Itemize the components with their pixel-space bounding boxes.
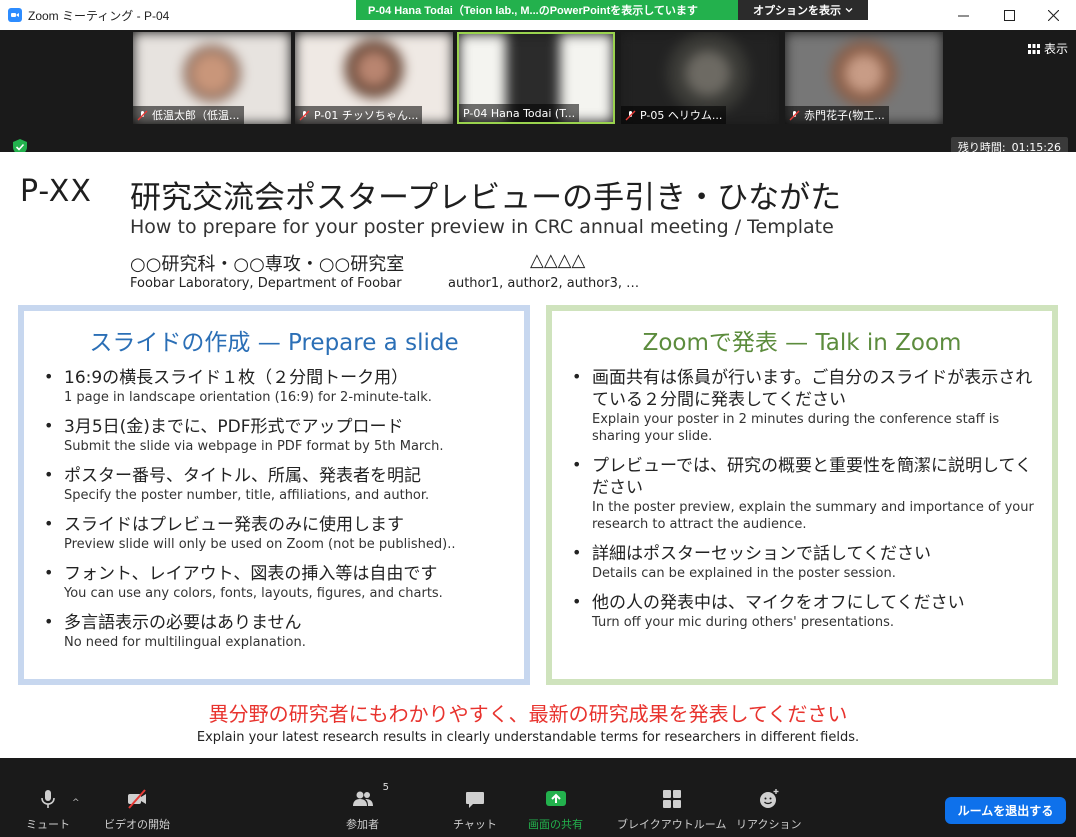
list-item: プレビューでは、研究の概要と重要性を簡潔に説明してくださいIn the post… [566,455,1038,533]
authors-en: author1, author2, author3, … [448,276,640,291]
prepare-slide-heading: スライドの作成 — Prepare a slide [89,330,459,356]
mic-off-icon [789,110,800,120]
share-screen-button[interactable]: 画面の共有 [528,788,583,832]
minimize-icon [957,15,969,16]
participant-tile[interactable]: 赤門花子(物工... [785,32,943,124]
mute-label: ミュート [26,818,70,831]
video-strip: 低温太郎（低温... P-01 チッソちゃん... P-04 Hana Toda… [0,30,1076,157]
participant-tile[interactable]: 低温太郎（低温... [133,32,291,124]
list-item: 他の人の発表中は、マイクをオフにしてくださいTurn off your mic … [566,592,1038,631]
window-title: Zoom ミーティング - P-04 [28,8,170,23]
chat-icon [465,792,484,808]
participant-name: P-05 ヘリウム... [640,109,723,122]
share-screen-label: 画面の共有 [528,818,583,831]
meeting-toolbar: ミュート ^ ビデオの開始 5 参加者 チャット 画面の共有 ブレイクアウトルー… [0,758,1076,837]
list-item: スライドはプレビュー発表のみに使用しますPreview slide will o… [38,514,510,553]
maximize-button[interactable] [986,0,1032,30]
close-icon [1047,9,1059,21]
grid-view-icon [1027,43,1040,54]
list-item: 16:9の横長スライド１枚（２分間トーク用）1 page in landscap… [38,367,510,406]
mic-off-icon [137,110,148,120]
talk-in-zoom-heading: Zoomで発表 — Talk in Zoom [642,330,962,356]
reaction-smiley-icon [759,789,779,808]
participant-name: 赤門花子(物工... [804,109,885,122]
share-screen-icon [545,791,566,806]
list-item: ポスター番号、タイトル、所属、発表者を明記Specify the poster … [38,465,510,504]
microphone-icon [41,790,55,808]
chat-label: チャット [453,818,497,831]
affiliation-en: Foobar Laboratory, Department of Foobar [130,276,402,291]
start-video-label: ビデオの開始 [104,818,170,831]
list-item: フォント、レイアウト、図表の挿入等は自由ですYou can use any co… [38,563,510,602]
leave-room-button[interactable]: ルームを退出する [945,797,1066,824]
start-video-button[interactable]: ビデオの開始 [104,788,170,832]
view-button[interactable]: 表示 [1027,40,1068,57]
participant-tile[interactable]: P-01 チッソちゃん... [295,32,453,124]
participant-name: 低温太郎（低温... [152,109,240,122]
slide-title-ja: 研究交流会ポスタープレビューの手引き・ひながた [130,180,842,216]
list-item: 多言語表示の必要はありませんNo need for multilingual e… [38,612,510,651]
poster-number: P-XX [20,174,92,209]
view-options-button[interactable]: オプションを表示 [738,0,868,20]
participant-name: P-04 Hana Todai (T... [463,106,576,120]
chat-button[interactable]: チャット [453,788,497,832]
mic-off-icon [299,110,310,120]
video-off-icon [128,789,146,809]
share-banner: P-04 Hana Todai（Teion lab., M...のPowerPo… [356,0,738,20]
affiliation-ja: ○○研究科・○○専攻・○○研究室 [130,254,405,275]
chevron-up-icon[interactable]: ^ [72,798,80,808]
maximize-icon [1003,9,1015,21]
slide-title-en: How to prepare for your poster preview i… [130,216,834,238]
list-item: 詳細はポスターセッションで話してくださいDetails can be expla… [566,543,1038,582]
chevron-down-icon [845,8,853,13]
authors-ja: △△△△ [530,250,586,271]
reactions-label: リアクション [736,818,802,831]
slide-footer-ja: 異分野の研究者にもわかりやすく、最新の研究成果を発表してください [208,702,848,726]
participant-name: P-01 チッソちゃん... [314,109,419,122]
breakout-rooms-icon [662,790,681,808]
slide-footer-en: Explain your latest research results in … [196,730,860,745]
mic-off-icon [625,110,636,120]
talk-in-zoom-panel: Zoomで発表 — Talk in Zoom 画面共有は係員が行います。ご自分の… [546,305,1058,685]
participants-label: 参加者 [346,818,379,831]
list-item: 画面共有は係員が行います。ご自分のスライドが表示されている２分間に発表してくださ… [566,367,1038,445]
minimize-button[interactable] [940,0,986,30]
participants-icon [352,791,373,806]
breakout-rooms-button[interactable]: ブレイクアウトルーム [617,788,726,832]
shared-slide: P-XX 研究交流会ポスタープレビューの手引き・ひながた How to prep… [0,152,1076,758]
list-item: 3月5日(金)までに、PDF形式でアップロードSubmit the slide … [38,416,510,455]
participants-count: 5 [382,782,389,793]
prepare-slide-panel: スライドの作成 — Prepare a slide 16:9の横長スライド１枚（… [18,305,530,685]
view-label: 表示 [1043,42,1068,56]
mute-button[interactable]: ミュート [26,788,70,832]
view-options-label: オプションを表示 [753,5,841,17]
participants-button[interactable]: 5 参加者 [346,782,389,832]
participant-tile[interactable]: P-05 ヘリウム... [621,32,779,124]
breakout-rooms-label: ブレイクアウトルーム [617,818,727,831]
reactions-button[interactable]: リアクション [736,788,801,832]
close-button[interactable] [1030,0,1076,30]
zoom-logo-icon [8,8,22,22]
participant-tile-active[interactable]: P-04 Hana Todai (T... [457,32,615,124]
